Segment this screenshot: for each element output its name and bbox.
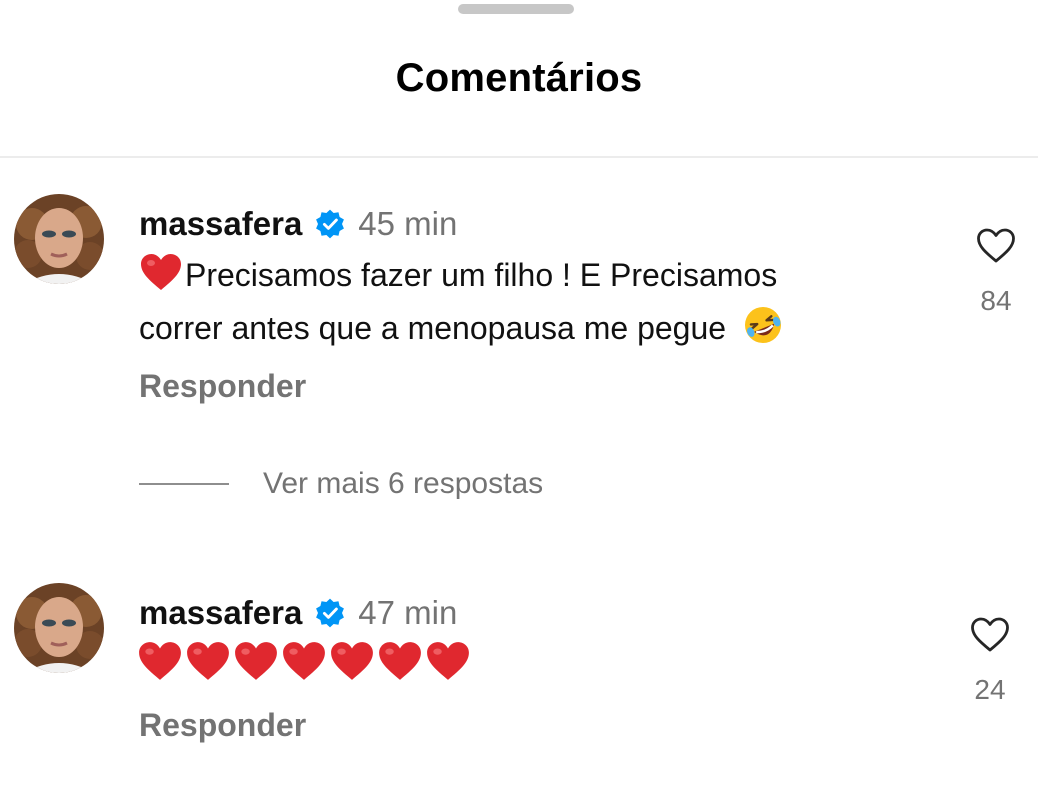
red-heart-emoji [137, 640, 183, 687]
comment-text-line2: correr antes que a menopausa me pegue [139, 310, 727, 346]
reply-button[interactable]: Responder [139, 368, 306, 405]
like-column: 24 [960, 617, 1020, 706]
username[interactable]: massafera [139, 205, 302, 243]
avatar[interactable] [14, 194, 104, 284]
view-replies-line [139, 483, 229, 485]
username[interactable]: massafera [139, 594, 302, 632]
comment-text-line1: Precisamos fazer um filho ! E Precisamos [185, 257, 778, 293]
red-heart-emoji [281, 640, 327, 687]
avatar[interactable] [14, 583, 104, 673]
like-count: 84 [980, 285, 1012, 316]
verified-badge-icon [314, 597, 346, 629]
comment-header: massafera 47 min [139, 591, 457, 635]
comment-timestamp: 47 min [358, 594, 458, 631]
like-count: 24 [974, 674, 1006, 705]
drag-handle[interactable] [458, 4, 574, 14]
view-more-replies[interactable]: Ver mais 6 respostas [139, 466, 543, 502]
red-heart-emoji [185, 640, 231, 687]
verified-badge-icon [314, 208, 346, 240]
red-heart-emoji [425, 640, 471, 687]
view-replies-label: Ver mais 6 respostas [263, 467, 544, 500]
reply-button[interactable]: Responder [139, 707, 306, 744]
comment-emoji-row [137, 639, 473, 687]
red-heart-emoji [233, 640, 279, 687]
comment-text: Precisamos fazer um filho ! E Precisamos… [139, 252, 939, 358]
red-heart-emoji [139, 252, 183, 305]
red-heart-emoji [377, 640, 423, 687]
heart-outline-icon[interactable] [960, 617, 1020, 658]
avatar-image [14, 583, 104, 673]
like-column: 84 [966, 228, 1026, 317]
comment-header: massafera 45 min [139, 202, 457, 246]
heart-outline-icon[interactable] [966, 228, 1026, 269]
red-heart-emoji [329, 640, 375, 687]
sheet-title: Comentários [395, 56, 643, 100]
header-divider [0, 156, 1038, 158]
rolling-laughing-emoji [743, 305, 783, 358]
comment-timestamp: 45 min [358, 205, 458, 242]
avatar-image [14, 194, 104, 284]
